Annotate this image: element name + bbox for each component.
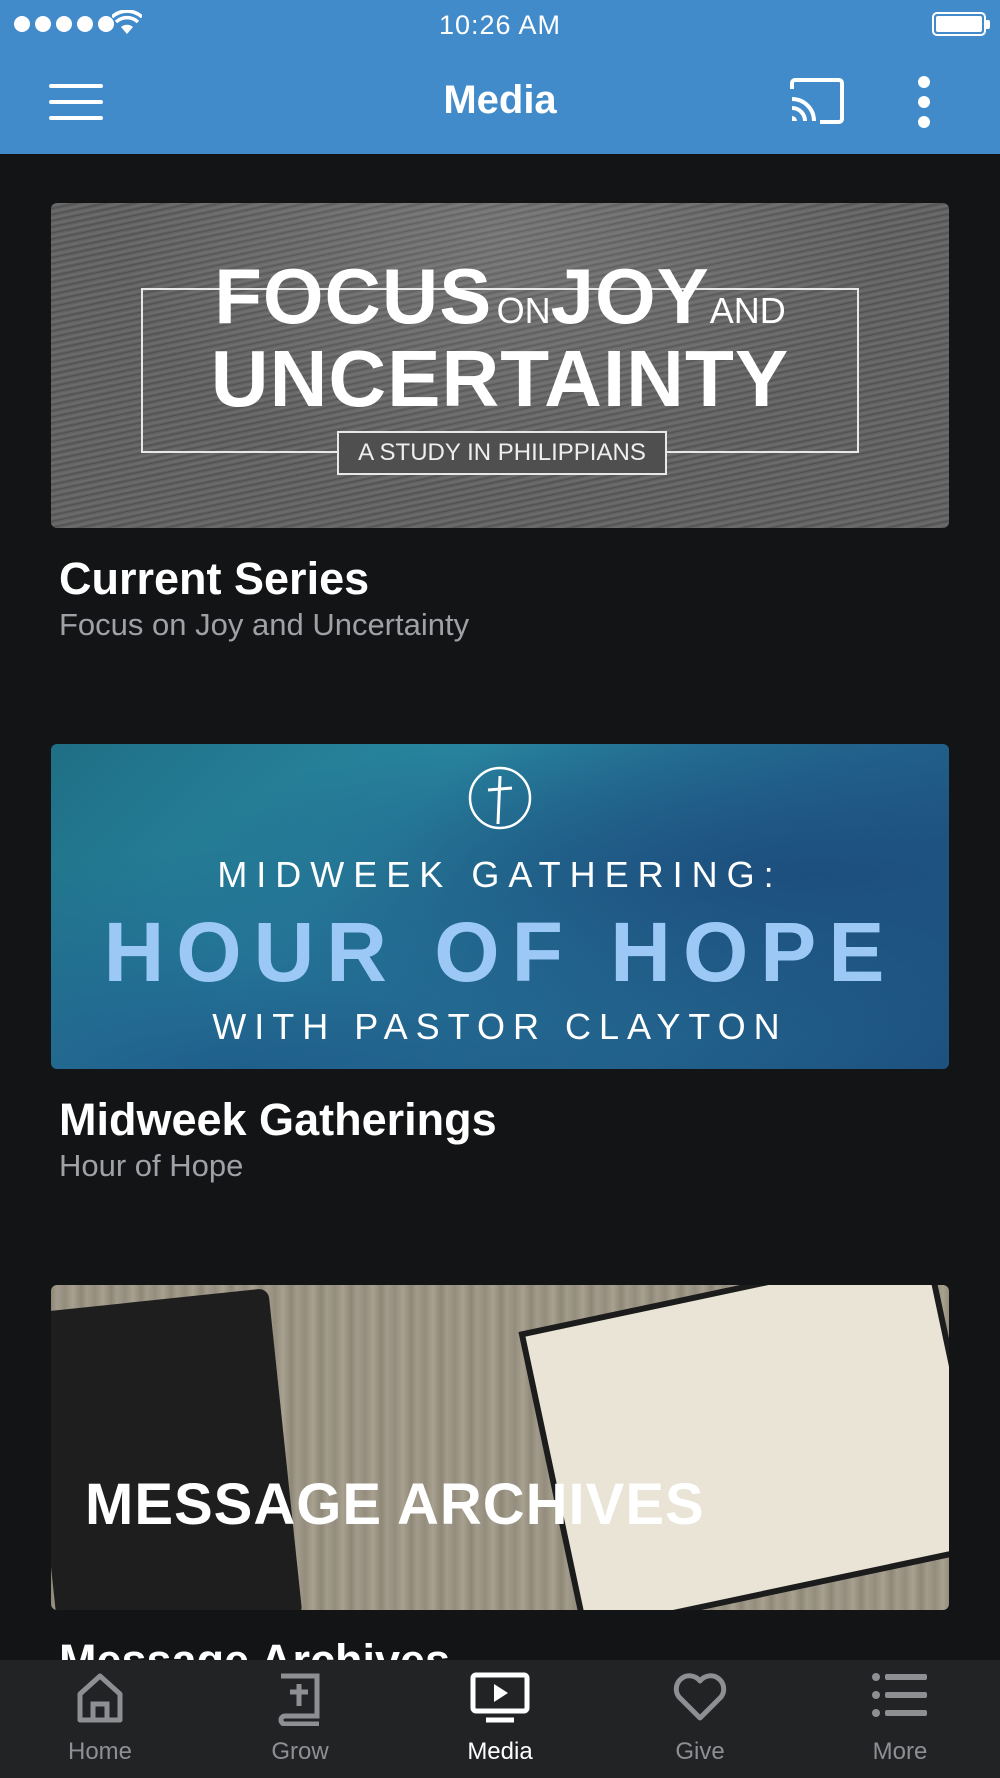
tab-label: Grow (271, 1738, 329, 1765)
tab-media[interactable]: Media (400, 1660, 600, 1778)
bible-icon (278, 1673, 320, 1726)
banner-text: MESSAGE ARCHIVES (85, 1472, 705, 1537)
battery-icon (932, 12, 990, 36)
banner-line3: WITH PASTOR CLAYTON (212, 1006, 788, 1047)
tab-give[interactable]: Give (600, 1660, 800, 1778)
heart-icon (673, 1673, 727, 1721)
banner-line1: MIDWEEK GATHERING: (217, 854, 783, 895)
tab-home[interactable]: Home (0, 1660, 200, 1778)
bible-graphic (518, 1285, 949, 1610)
status-time: 10:26 AM (438, 10, 562, 40)
cast-icon[interactable] (788, 77, 846, 125)
series-banner-image[interactable]: FOCUS ONJOYAND UNCERTAINTY A STUDY IN PH… (51, 203, 949, 528)
media-card-current-series[interactable]: FOCUS ONJOYAND UNCERTAINTY A STUDY IN PH… (51, 203, 949, 642)
notebook-graphic (51, 1288, 303, 1610)
tab-label: More (872, 1738, 928, 1765)
card-subtitle: Hour of Hope (59, 1148, 244, 1183)
card-title[interactable]: Current Series (59, 553, 369, 605)
banner-title-line1: FOCUS ONJOYAND (214, 252, 786, 340)
banner-tagline: A STUDY IN PHILIPPIANS (337, 431, 667, 475)
status-bar: 10:26 AM (0, 0, 1000, 50)
list-icon (872, 1673, 927, 1717)
tab-label: Give (675, 1738, 725, 1765)
tab-grow[interactable]: Grow (200, 1660, 400, 1778)
tab-label: Home (67, 1738, 133, 1765)
midweek-banner-image[interactable]: MIDWEEK GATHERING: HOUR OF HOPE WITH PAS… (51, 744, 949, 1069)
cross-logo-icon (468, 766, 532, 830)
archives-banner-image[interactable]: MESSAGE ARCHIVES (51, 1285, 949, 1610)
app-bar: Media (0, 50, 1000, 154)
card-subtitle: Focus on Joy and Uncertainty (59, 607, 470, 642)
media-card-midweek-gatherings[interactable]: MIDWEEK GATHERING: HOUR OF HOPE WITH PAS… (51, 744, 949, 1183)
media-card-message-archives[interactable]: MESSAGE ARCHIVES Message Archives (51, 1285, 949, 1686)
page-title: Media (443, 78, 557, 122)
bottom-tab-bar: Home Grow Media Give More (0, 1660, 1000, 1778)
banner-title-line2: UNCERTAINTY (210, 334, 790, 423)
card-title[interactable]: Midweek Gatherings (59, 1094, 497, 1146)
tab-more[interactable]: More (800, 1660, 1000, 1778)
home-icon (77, 1673, 123, 1723)
overflow-menu-icon[interactable] (912, 76, 936, 128)
tv-play-icon (470, 1672, 530, 1723)
tab-label: Media (467, 1738, 533, 1765)
banner-line2: HOUR OF HOPE (103, 905, 897, 999)
